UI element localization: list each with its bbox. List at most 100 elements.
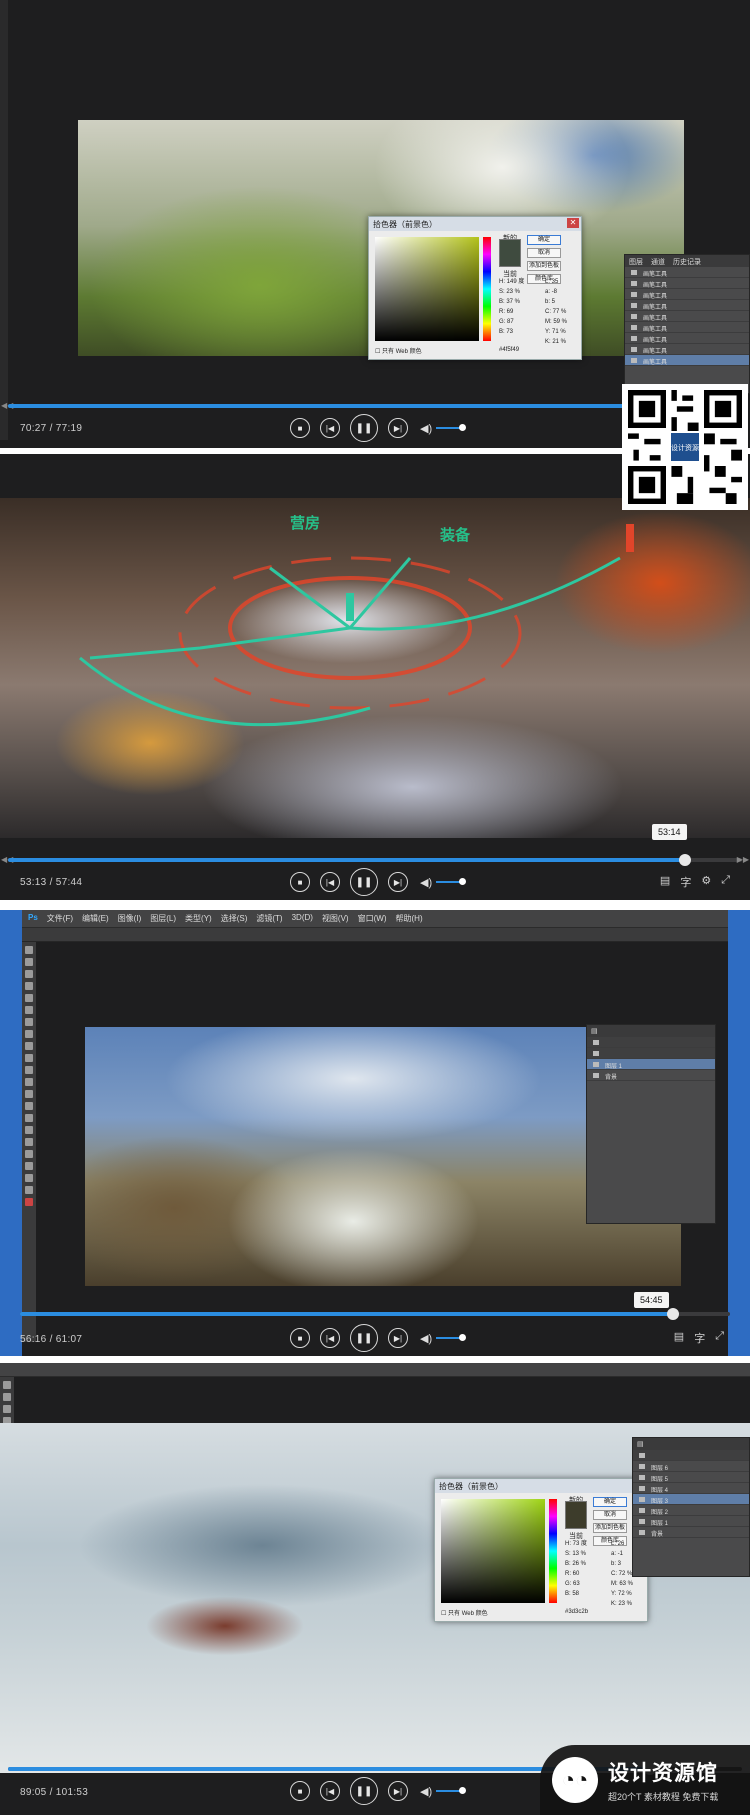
ok-button[interactable]: 确定 [527, 235, 561, 245]
layer-row[interactable]: 图层 4 [633, 1483, 749, 1494]
tab-layers[interactable]: 图层 [629, 257, 643, 266]
history-item[interactable]: 画笔工具 [625, 267, 749, 278]
menu-select[interactable]: 选择(S) [221, 913, 248, 924]
hue-slider[interactable] [483, 237, 491, 341]
value-r[interactable]: R: 69 [499, 307, 524, 317]
history-item[interactable]: 画笔工具 [625, 322, 749, 333]
layer-row[interactable]: 图层 1 [633, 1516, 749, 1527]
volume-control[interactable]: ◀) [420, 1332, 467, 1345]
fullscreen-icon[interactable]: ⤢ [715, 1330, 724, 1346]
menu-image[interactable]: 图像(I) [118, 913, 142, 924]
previous-button[interactable]: |◀ [320, 418, 340, 438]
menu-edit[interactable]: 编辑(E) [82, 913, 109, 924]
layer-row[interactable]: 图层 6 [633, 1461, 749, 1472]
history-item[interactable]: 画笔工具 [625, 311, 749, 322]
playlist-icon[interactable]: ▤ [660, 874, 670, 890]
value-b[interactable]: B: 37 % [499, 297, 524, 307]
previous-button[interactable]: |◀ [320, 1781, 340, 1801]
add-swatch-button[interactable]: 添加到色板 [527, 261, 561, 271]
hex-field[interactable]: #3d3c2b [565, 1609, 588, 1615]
web-only-checkbox[interactable]: ☐ 只有 Web 颜色 [441, 1608, 488, 1617]
value-a[interactable]: a: -8 [545, 287, 567, 297]
tab-history[interactable]: 历史记录 [673, 257, 701, 266]
volume-slider[interactable] [436, 1787, 467, 1794]
layer-row[interactable]: 图层 5 [633, 1472, 749, 1483]
volume-slider[interactable] [436, 1334, 467, 1341]
menu-layer[interactable]: 图层(L) [150, 913, 176, 924]
value-k[interactable]: K: 21 % [545, 337, 567, 347]
stop-button[interactable]: ■ [290, 1328, 310, 1348]
tab-channels[interactable]: 通道 [651, 257, 665, 266]
blend-mode-row[interactable] [633, 1450, 749, 1461]
ps-options-bar[interactable] [0, 1363, 750, 1377]
value-g[interactable]: G: 63 [565, 1579, 587, 1589]
ok-button[interactable]: 确定 [593, 1497, 627, 1507]
menu-window[interactable]: 窗口(W) [358, 913, 387, 924]
color-field[interactable] [375, 237, 479, 341]
value-s[interactable]: S: 23 % [499, 287, 524, 297]
value-l[interactable]: L: 26 [611, 1539, 633, 1549]
lock-row[interactable] [587, 1048, 715, 1059]
value-k[interactable]: K: 23 % [611, 1599, 633, 1609]
subtitle-icon[interactable]: 字 [680, 874, 691, 890]
value-h[interactable]: H: 149 度 [499, 277, 524, 287]
menu-type[interactable]: 类型(Y) [185, 913, 212, 924]
value-lab-b[interactable]: b: 5 [545, 297, 567, 307]
fullscreen-icon[interactable]: ⤢ [721, 874, 730, 890]
value-g[interactable]: G: 87 [499, 317, 524, 327]
layer-row[interactable]: 背景 [587, 1070, 715, 1081]
next-button[interactable]: ▶| [388, 872, 408, 892]
ps-options-bar[interactable] [22, 928, 728, 942]
value-s[interactable]: S: 13 % [565, 1549, 587, 1559]
menu-file[interactable]: 文件(F) [47, 913, 73, 924]
stop-button[interactable]: ■ [290, 418, 310, 438]
menu-view[interactable]: 视图(V) [322, 913, 349, 924]
progress-knob[interactable] [678, 854, 691, 866]
volume-control[interactable]: ◀) [420, 1785, 467, 1798]
layer-row[interactable]: 图层 3 [633, 1494, 749, 1505]
value-h[interactable]: H: 73 度 [565, 1539, 587, 1549]
hue-slider[interactable] [549, 1499, 557, 1603]
volume-control[interactable]: ◀) [420, 876, 467, 889]
value-y[interactable]: Y: 72 % [611, 1589, 633, 1599]
stop-button[interactable]: ■ [290, 872, 310, 892]
value-blue[interactable]: B: 73 [499, 327, 524, 337]
web-only-checkbox[interactable]: ☐ 只有 Web 颜色 [375, 346, 422, 355]
value-a[interactable]: a: -1 [611, 1549, 633, 1559]
history-item[interactable]: 画笔工具 [625, 333, 749, 344]
layer-row[interactable]: 图层 2 [633, 1505, 749, 1516]
tab-layers[interactable]: ▤ [637, 1440, 644, 1448]
menu-filter[interactable]: 滤镜(T) [256, 913, 282, 924]
progress-bar[interactable]: ◀◀ ▶▶ [1, 854, 749, 866]
history-item[interactable]: 画笔工具 [625, 355, 749, 366]
value-blue[interactable]: B: 58 [565, 1589, 587, 1599]
value-m[interactable]: M: 63 % [611, 1579, 633, 1589]
blend-mode-row[interactable] [587, 1037, 715, 1048]
next-button[interactable]: ▶| [388, 1328, 408, 1348]
previous-button[interactable]: |◀ [320, 872, 340, 892]
pause-button[interactable]: ❚❚ [350, 1777, 378, 1805]
stop-button[interactable]: ■ [290, 1781, 310, 1801]
ps-toolbar[interactable] [22, 942, 36, 1342]
previous-button[interactable]: |◀ [320, 1328, 340, 1348]
menu-help[interactable]: 帮助(H) [396, 913, 423, 924]
settings-icon[interactable]: ⚙ [701, 874, 711, 890]
volume-control[interactable]: ◀) [420, 422, 467, 435]
next-button[interactable]: ▶| [388, 418, 408, 438]
add-swatch-button[interactable]: 添加到色板 [593, 1523, 627, 1533]
close-icon[interactable]: ✕ [567, 218, 579, 228]
history-item[interactable]: 画笔工具 [625, 344, 749, 355]
volume-slider[interactable] [436, 424, 467, 431]
pause-button[interactable]: ❚❚ [350, 868, 378, 896]
value-l[interactable]: L: 35 [545, 277, 567, 287]
cancel-button[interactable]: 取消 [527, 248, 561, 258]
subtitle-icon[interactable]: 字 [694, 1330, 705, 1346]
progress-knob[interactable] [667, 1308, 680, 1320]
next-button[interactable]: ▶| [388, 1781, 408, 1801]
value-r[interactable]: R: 60 [565, 1569, 587, 1579]
color-field[interactable] [441, 1499, 545, 1603]
value-c[interactable]: C: 77 % [545, 307, 567, 317]
pause-button[interactable]: ❚❚ [350, 1324, 378, 1352]
history-item[interactable]: 画笔工具 [625, 289, 749, 300]
value-y[interactable]: Y: 71 % [545, 327, 567, 337]
